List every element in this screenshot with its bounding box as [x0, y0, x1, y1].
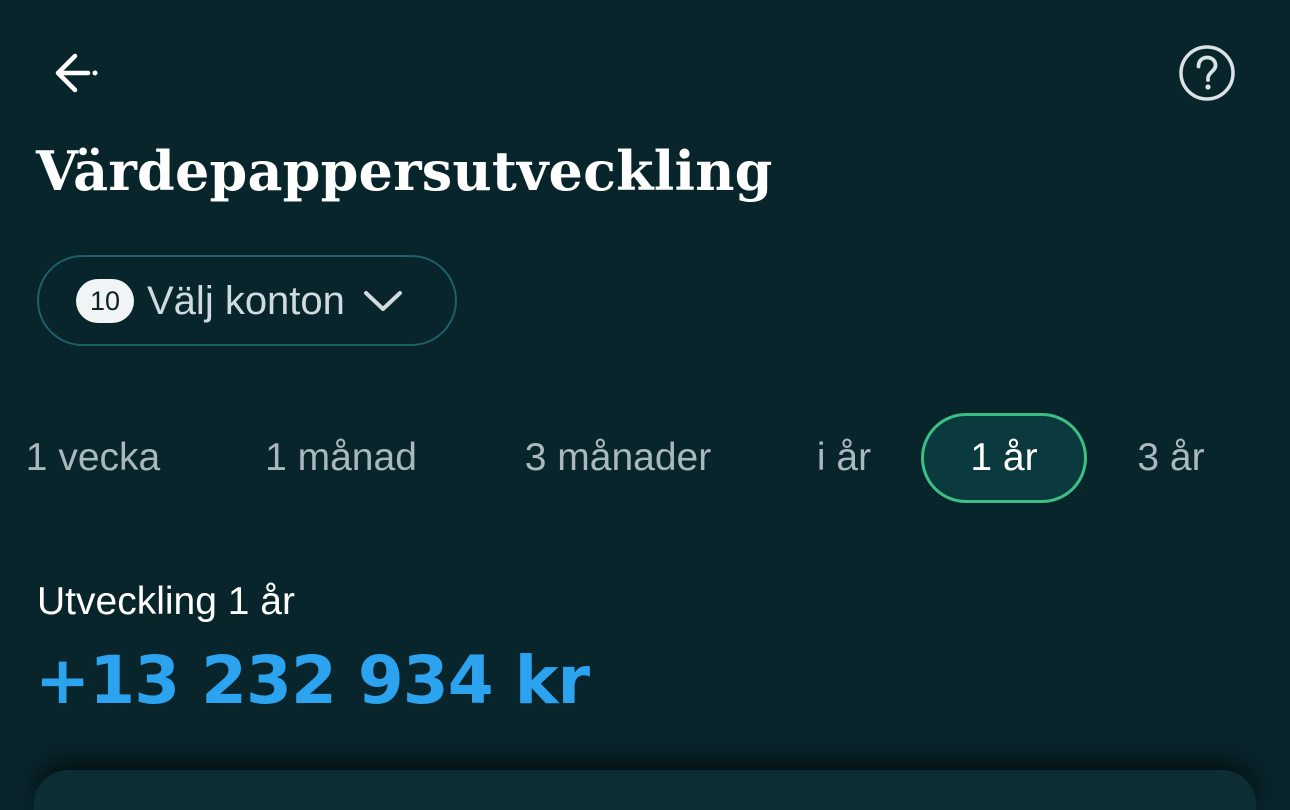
select-accounts-label: Välj konton [147, 278, 345, 323]
development-label: Utveckling 1 år [37, 580, 295, 623]
chart-card [34, 770, 1256, 810]
question-circle-icon [1179, 45, 1235, 101]
period-tab-3-months[interactable]: 3 månader [500, 413, 736, 503]
arrow-left-icon [55, 53, 98, 93]
account-count-badge: 10 [76, 278, 134, 323]
period-tab-1-month[interactable]: 1 månad [246, 413, 436, 503]
period-tab-this-year[interactable]: i år [796, 413, 892, 503]
back-button[interactable] [40, 44, 112, 102]
development-value: +13 232 934 kr [35, 642, 590, 719]
period-tab-3-years[interactable]: 3 år [1118, 413, 1224, 503]
period-tab-1-year[interactable]: 1 år [921, 413, 1087, 503]
help-button[interactable] [1172, 38, 1242, 108]
page-title: Värdepappersutveckling [36, 139, 773, 203]
select-accounts-button[interactable]: 10 Välj konton [37, 255, 457, 346]
period-tab-1-week[interactable]: 1 vecka [4, 413, 182, 503]
chevron-down-icon [363, 288, 403, 314]
